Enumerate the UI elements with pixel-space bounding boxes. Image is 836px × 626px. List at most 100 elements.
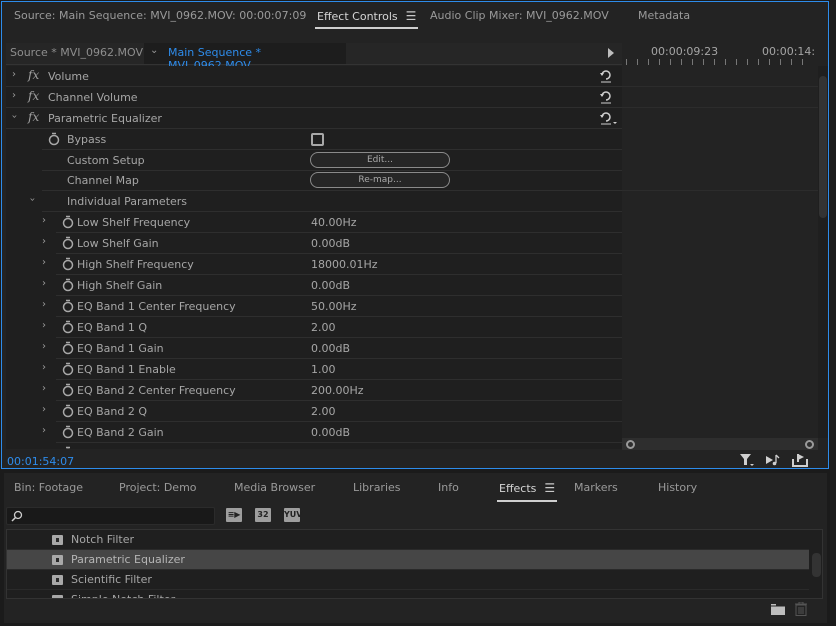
param-value[interactable]: 1.00 — [311, 447, 336, 449]
chevron-right-icon[interactable]: › — [42, 425, 46, 436]
hamburger-menu-icon[interactable]: ☰ — [406, 8, 417, 24]
stopwatch-icon[interactable] — [62, 425, 74, 439]
chevron-right-icon[interactable]: › — [42, 257, 46, 268]
reset-icon[interactable] — [598, 68, 614, 84]
param-value[interactable]: 50.00Hz — [311, 300, 357, 313]
accelerated-effects-filter-icon[interactable]: ≡▶ — [226, 508, 242, 522]
fx-icon[interactable]: fx — [28, 110, 39, 124]
reset-icon[interactable] — [598, 89, 614, 105]
chevron-right-icon[interactable]: › — [42, 278, 46, 289]
stopwatch-icon[interactable] — [62, 215, 74, 229]
param-row[interactable]: › EQ Band 1 Center Frequency 50.00Hz — [42, 296, 622, 317]
bypass-checkbox[interactable] — [311, 133, 324, 146]
scrollbar-thumb[interactable] — [819, 76, 827, 218]
zoom-handle-right[interactable] — [805, 440, 814, 449]
tab-metadata[interactable]: Metadata — [638, 8, 690, 24]
stopwatch-icon[interactable] — [62, 383, 74, 397]
chevron-right-icon[interactable]: › — [42, 404, 46, 415]
new-bin-folder-icon[interactable] — [771, 604, 785, 615]
effects-search-input[interactable] — [6, 507, 215, 525]
param-row[interactable]: › 1.00 — [42, 443, 622, 449]
tab-markers[interactable]: Markers — [574, 481, 618, 494]
vertical-scrollbar[interactable] — [818, 66, 828, 438]
param-row[interactable]: › EQ Band 1 Gain 0.00dB — [42, 338, 622, 359]
reset-dropdown-icon[interactable] — [598, 110, 618, 126]
effect-list-item[interactable]: Scientific Filter — [7, 570, 809, 590]
stopwatch-icon[interactable] — [62, 236, 74, 250]
param-row[interactable]: › High Shelf Frequency 18000.01Hz — [42, 254, 622, 275]
remap-button[interactable]: Re-map... — [310, 172, 450, 188]
effect-row-parametric-equalizer[interactable]: › fx Parametric Equalizer — [6, 108, 622, 129]
stopwatch-icon[interactable] — [62, 446, 74, 449]
edit-button[interactable]: Edit... — [310, 152, 450, 168]
param-value[interactable]: 0.00dB — [311, 342, 350, 355]
param-value[interactable]: 18000.01Hz — [311, 258, 378, 271]
param-row[interactable]: › EQ Band 2 Q 2.00 — [42, 401, 622, 422]
param-value[interactable]: 1.00 — [311, 363, 336, 376]
chevron-down-icon[interactable]: › — [9, 115, 20, 119]
chevron-right-icon[interactable]: › — [42, 320, 46, 331]
fx-icon[interactable]: fx — [28, 89, 39, 103]
chevron-right-icon[interactable]: › — [42, 236, 46, 247]
chevron-right-icon[interactable]: › — [42, 341, 46, 352]
param-row[interactable]: › Low Shelf Frequency 40.00Hz — [42, 212, 622, 233]
param-row[interactable]: › EQ Band 2 Gain 0.00dB — [42, 422, 622, 443]
effect-list-item[interactable]: Notch Filter — [7, 530, 809, 550]
sequence-clip-dropdown[interactable]: ⌄ Main Sequence * MVI_0962.MOV — [144, 43, 346, 72]
effects-list-scrollbar-thumb[interactable] — [812, 553, 821, 577]
param-row[interactable]: › High Shelf Gain 0.00dB — [42, 275, 622, 296]
param-row[interactable]: › EQ Band 1 Enable 1.00 — [42, 359, 622, 380]
param-value[interactable]: 2.00 — [311, 405, 336, 418]
tab-audio-clip-mixer[interactable]: Audio Clip Mixer: MVI_0962.MOV — [430, 8, 609, 24]
hamburger-menu-icon[interactable]: ☰ — [544, 481, 555, 495]
param-value[interactable]: 40.00Hz — [311, 216, 357, 229]
chevron-right-icon[interactable]: › — [12, 69, 16, 80]
timeline-ruler[interactable] — [626, 59, 812, 65]
effect-row-volume[interactable]: › fx Volume — [6, 66, 622, 87]
fx-icon[interactable]: fx — [28, 68, 39, 82]
effect-list-item-selected[interactable]: Parametric Equalizer — [7, 550, 809, 570]
tab-history[interactable]: History — [658, 481, 697, 494]
effect-list-item[interactable]: Simple Notch Filter — [7, 590, 809, 598]
export-icon[interactable] — [792, 453, 808, 467]
stopwatch-icon[interactable] — [62, 404, 74, 418]
stopwatch-icon[interactable] — [62, 362, 74, 376]
current-timecode[interactable]: 00:01:54:07 — [7, 455, 74, 468]
effect-row-channel-volume[interactable]: › fx Channel Volume — [6, 87, 622, 108]
param-row[interactable]: › EQ Band 1 Q 2.00 — [42, 317, 622, 338]
zoom-handle-left[interactable] — [626, 440, 635, 449]
stopwatch-icon[interactable] — [62, 299, 74, 313]
chevron-down-icon[interactable]: › — [27, 198, 38, 202]
chevron-right-icon[interactable]: › — [42, 446, 46, 449]
chevron-right-icon[interactable]: › — [42, 299, 46, 310]
tab-project-demo[interactable]: Project: Demo — [119, 481, 197, 494]
stopwatch-icon[interactable] — [62, 257, 74, 271]
stopwatch-icon[interactable] — [62, 278, 74, 292]
param-value[interactable]: 200.00Hz — [311, 384, 364, 397]
param-value[interactable]: 0.00dB — [311, 426, 350, 439]
yuv-filter-icon[interactable]: YUV — [284, 508, 302, 522]
timeline-zoom-scrollbar[interactable] — [622, 438, 818, 450]
chevron-right-icon[interactable]: › — [42, 362, 46, 373]
source-clip-label[interactable]: Source * MVI_0962.MOV — [10, 46, 143, 59]
stopwatch-icon[interactable] — [62, 320, 74, 334]
loop-audio-playback-icon[interactable] — [765, 453, 781, 467]
keyframe-timeline-area[interactable] — [622, 66, 818, 438]
param-value[interactable]: 0.00dB — [311, 237, 350, 250]
chevron-right-icon[interactable]: › — [42, 383, 46, 394]
stopwatch-icon[interactable] — [48, 132, 60, 146]
stopwatch-icon[interactable] — [62, 341, 74, 355]
param-row[interactable]: › EQ Band 2 Center Frequency 200.00Hz — [42, 380, 622, 401]
32-bit-color-filter-icon[interactable]: 32 — [255, 508, 271, 522]
param-value[interactable]: 0.00dB — [311, 279, 350, 292]
param-group-individual-parameters[interactable]: › Individual Parameters — [27, 191, 622, 212]
chevron-right-icon[interactable]: › — [42, 215, 46, 226]
param-value[interactable]: 2.00 — [311, 321, 336, 334]
tab-effect-controls[interactable]: Effect Controls ☰ — [315, 8, 419, 29]
show-timeline-arrow-icon[interactable] — [608, 48, 614, 58]
tab-libraries[interactable]: Libraries — [353, 481, 401, 494]
tab-effects[interactable]: Effects ☰ — [497, 481, 558, 502]
chevron-right-icon[interactable]: › — [12, 90, 16, 101]
tab-source-monitor[interactable]: Source: Main Sequence: MVI_0962.MOV: 00:… — [14, 8, 306, 24]
filter-icon[interactable] — [739, 453, 755, 467]
